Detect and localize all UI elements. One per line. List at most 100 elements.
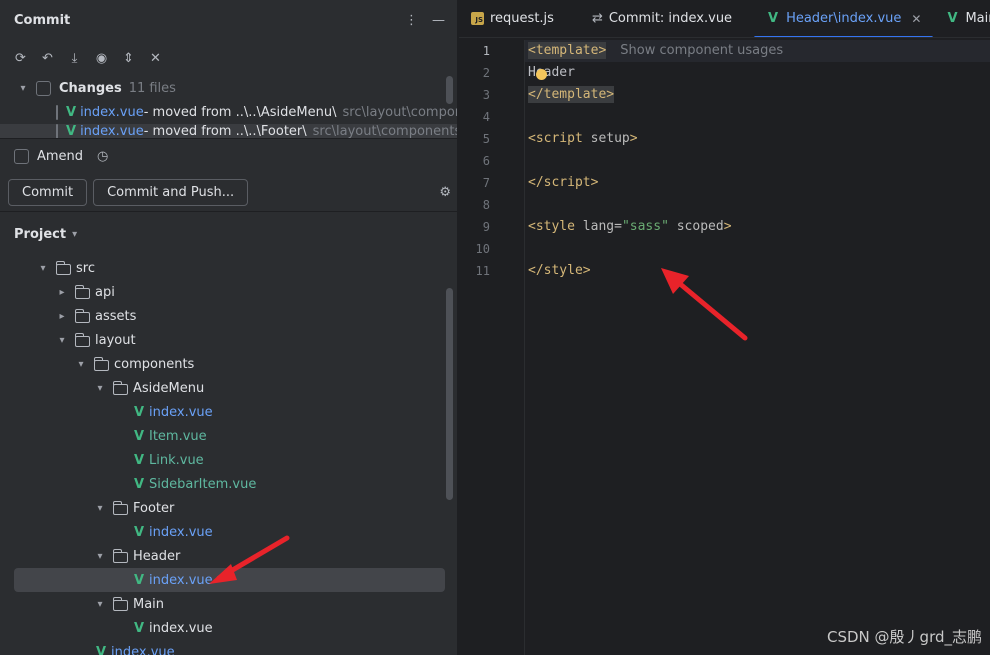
changes-checkbox[interactable] xyxy=(36,80,51,96)
tree-folder[interactable]: ▸ api xyxy=(0,280,457,304)
minimize-icon[interactable]: — xyxy=(432,13,445,28)
tree-folder[interactable]: ▾ components xyxy=(0,352,457,376)
tree-folder[interactable]: ▾ AsideMenu xyxy=(0,376,457,400)
tree-item-label: index.vue xyxy=(149,572,213,588)
tree-item-label: index.vue xyxy=(111,644,175,655)
folder-icon xyxy=(112,380,128,395)
tree-folder[interactable]: ▸ assets xyxy=(0,304,457,328)
line-number: 10 xyxy=(459,238,990,260)
tree-folder[interactable]: ▾ Main xyxy=(0,592,457,616)
collapse-all-icon[interactable]: ✕ xyxy=(147,50,164,67)
chevron-down-icon[interactable]: ▾ xyxy=(55,335,69,346)
change-item-checkbox[interactable] xyxy=(56,124,58,138)
tree-file[interactable]: V SidebarItem.vue xyxy=(0,472,457,496)
chevron-down-icon[interactable]: ▾ xyxy=(93,599,107,610)
tree-file[interactable]: Vindex.vue xyxy=(14,568,445,592)
expand-all-icon[interactable]: ⇕ xyxy=(120,50,137,67)
lightbulb-icon[interactable] xyxy=(536,69,547,80)
tree-item-label: components xyxy=(114,356,195,372)
watermark: CSDN @殷丿grd_志鹏 xyxy=(827,628,982,646)
tree-file[interactable]: Vindex.vue xyxy=(0,520,457,544)
vue-file-icon: V xyxy=(133,620,145,636)
vue-file-icon: V xyxy=(768,11,779,26)
rollback-icon[interactable]: ↶ xyxy=(39,50,56,67)
tree-item-label: SidebarItem.vue xyxy=(149,476,257,492)
tree-folder[interactable]: ▾ Header xyxy=(0,544,457,568)
tree-folder[interactable]: ▾ Footer xyxy=(0,496,457,520)
close-icon[interactable]: ✕ xyxy=(911,12,921,26)
preview-eye-icon[interactable]: ◉ xyxy=(93,50,110,67)
tree-item-label: Main xyxy=(133,596,165,612)
tree-file[interactable]: Vindex.vue xyxy=(0,616,457,640)
code-line-1: <template> Show component usages xyxy=(528,42,784,59)
line-number-text: 8 xyxy=(482,198,490,212)
chevron-down-icon[interactable]: ▾ xyxy=(74,359,88,370)
change-item[interactable]: V index.vue - moved from ..\..\Footer\ s… xyxy=(0,124,457,138)
tree-item-label: Header xyxy=(133,548,181,564)
editor-panel: JS request.js ⇄ Commit: index.vue V Head… xyxy=(459,0,990,655)
tree-file[interactable]: V Link.vue xyxy=(0,448,457,472)
amend-checkbox[interactable] xyxy=(14,149,29,164)
change-item[interactable]: V index.vue - moved from ..\..\AsideMenu… xyxy=(0,100,457,124)
change-item-checkbox[interactable] xyxy=(56,104,58,120)
commit-header: Commit ⋮ — xyxy=(0,0,457,40)
history-clock-icon[interactable]: ◷ xyxy=(97,149,108,164)
chevron-down-icon[interactable]: ▾ xyxy=(72,229,77,240)
tree-item-label: index.vue xyxy=(149,524,213,540)
change-item-file: index.vue xyxy=(80,104,144,120)
tree-item-label: Footer xyxy=(133,500,175,516)
project-tree: ▾ src ▸ api ▸ assets ▾ layout ▾ components ▾ AsideM… xyxy=(0,256,457,655)
chevron-right-icon[interactable]: ▸ xyxy=(55,287,69,298)
tree-file[interactable]: Vindex.vue xyxy=(0,640,457,655)
tab-commit-diff[interactable]: ⇄ Commit: index.vue xyxy=(580,0,744,37)
line-number-text: 7 xyxy=(482,176,490,190)
project-header[interactable]: Project ▾ xyxy=(0,212,457,256)
settings-gear-icon[interactable]: ⚙ xyxy=(439,185,451,200)
project-scrollbar[interactable] xyxy=(446,288,453,500)
update-icon[interactable]: ⤓ xyxy=(66,50,83,67)
commit-and-push-button[interactable]: Commit and Push... xyxy=(93,179,249,206)
vue-file-icon: V xyxy=(133,404,145,420)
folder-icon xyxy=(55,260,71,275)
tab-header-index-vue[interactable]: V Header\index.vue ✕ xyxy=(754,0,934,37)
folder-icon xyxy=(112,500,128,515)
changes-group[interactable]: ▾ Changes 11 files xyxy=(0,76,457,100)
folder-icon xyxy=(112,548,128,563)
changes-scrollbar[interactable] xyxy=(446,76,453,104)
tree-file[interactable]: Vindex.vue xyxy=(0,400,457,424)
line-number-text: 2 xyxy=(482,66,490,80)
refresh-icon[interactable]: ⟳ xyxy=(12,50,29,67)
js-file-icon: JS xyxy=(471,12,484,25)
line-number-text: 5 xyxy=(482,132,490,146)
tab-label: Header\index.vue xyxy=(786,11,902,26)
chevron-down-icon[interactable]: ▾ xyxy=(93,503,107,514)
tree-folder[interactable]: ▾ src xyxy=(0,256,457,280)
commit-buttons: Commit Commit and Push... ⚙ xyxy=(0,174,457,212)
line-number-text: 11 xyxy=(475,264,490,278)
tab-label: Commit: index.vue xyxy=(608,11,733,26)
code-line-11: </style> xyxy=(528,263,591,278)
folder-icon xyxy=(74,308,90,323)
chevron-down-icon[interactable]: ▾ xyxy=(16,83,30,94)
left-panel: Commit ⋮ — ⟳ ↶ ⤓ ◉ ⇕ ✕ ▾ Changes 11 file… xyxy=(0,0,458,655)
chevron-down-icon[interactable]: ▾ xyxy=(36,263,50,274)
component-usages-hint[interactable]: Show component usages xyxy=(620,43,783,58)
tree-file[interactable]: V Item.vue xyxy=(0,424,457,448)
more-options-icon[interactable]: ⋮ xyxy=(405,13,418,28)
vue-file-icon: V xyxy=(133,452,145,468)
tree-folder[interactable]: ▾ layout xyxy=(0,328,457,352)
tab-request-js[interactable]: JS request.js xyxy=(459,0,566,37)
tree-item-label: index.vue xyxy=(149,620,213,636)
diff-icon: ⇄ xyxy=(591,11,603,26)
change-item-file: index.vue xyxy=(80,124,144,138)
commit-button[interactable]: Commit xyxy=(8,179,88,206)
tree-item-label: src xyxy=(76,260,95,276)
changes-count: 11 files xyxy=(128,80,176,96)
chevron-down-icon[interactable]: ▾ xyxy=(93,383,107,394)
chevron-down-icon[interactable]: ▾ xyxy=(93,551,107,562)
amend-label[interactable]: Amend xyxy=(37,149,83,164)
code-editor[interactable]: 1 2 3 4 5 6 7 8 9 10 11 <template> Show component u… xyxy=(459,40,990,655)
tab-main-index-vue[interactable]: V Main\in xyxy=(933,0,990,37)
chevron-right-icon[interactable]: ▸ xyxy=(55,311,69,322)
commit-title: Commit xyxy=(14,12,71,28)
